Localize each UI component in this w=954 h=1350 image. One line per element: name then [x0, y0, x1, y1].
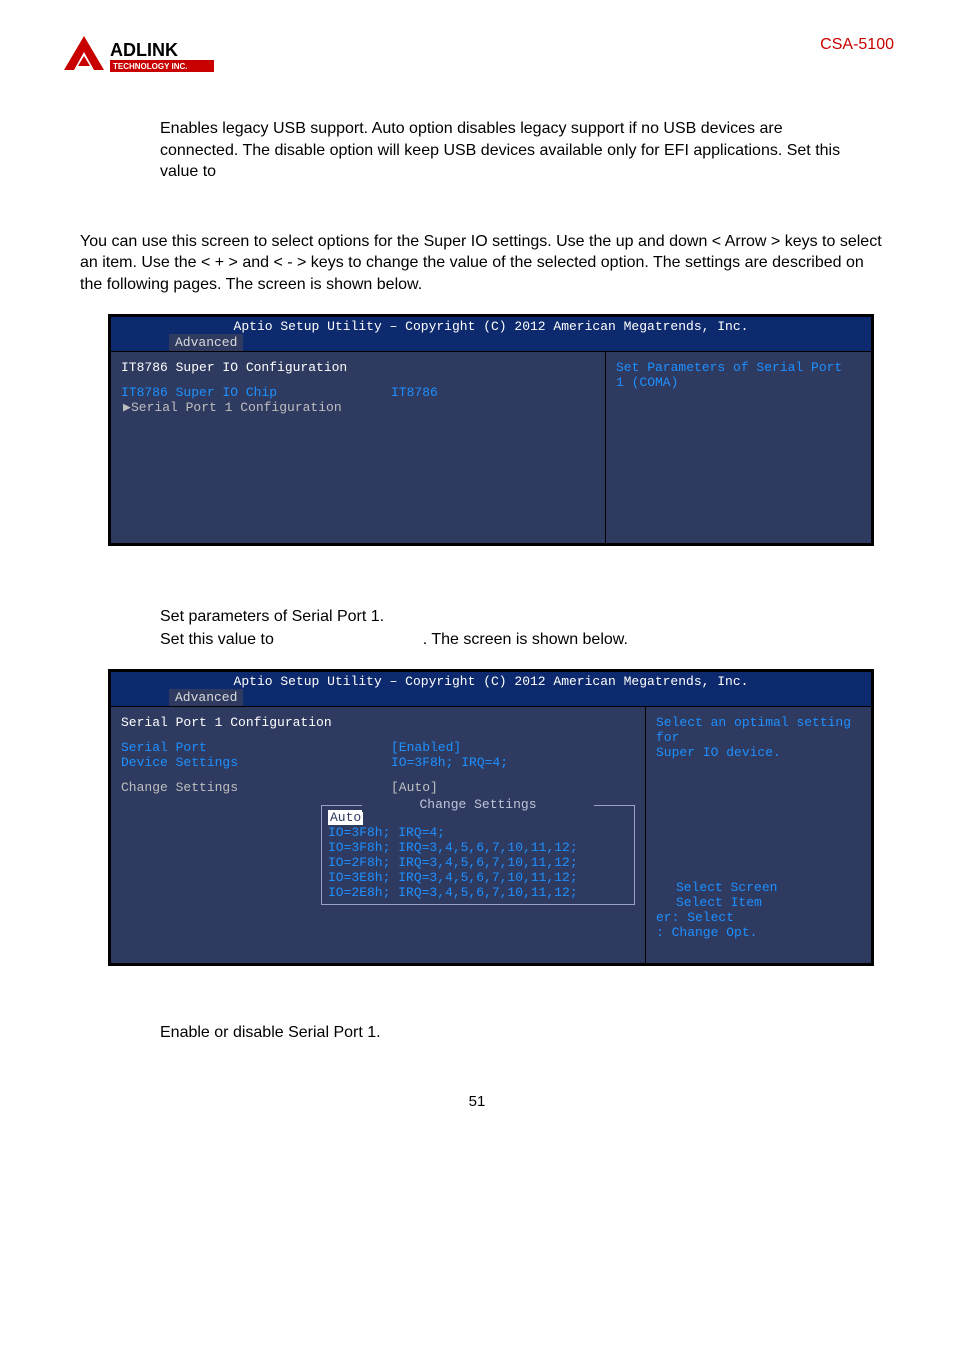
tab-advanced[interactable]: Advanced [169, 334, 243, 351]
superio-chip-value: IT8786 [391, 385, 595, 400]
popup-option-5[interactable]: IO=2E8h; IRQ=3,4,5,6,7,10,11,12; [328, 885, 628, 900]
help2-line2: Super IO device. [656, 745, 861, 760]
set-value-suffix: . The screen is shown below. [423, 631, 628, 648]
change-settings-value: [Auto] [391, 780, 635, 795]
enable-disable-line: Enable or disable Serial Port 1. [160, 1022, 864, 1044]
serial-port1-heading: Serial Port 1 Configuration [121, 715, 635, 730]
help-line1: Set Parameters of Serial Port [616, 360, 861, 375]
device-settings-label: Device Settings [121, 755, 391, 770]
popup-option-3[interactable]: IO=2F8h; IRQ=3,4,5,6,7,10,11,12; [328, 855, 628, 870]
serial-port-value: [Enabled] [391, 740, 635, 755]
bios-left-pane: IT8786 Super IO Configuration IT8786 Sup… [111, 352, 606, 543]
help2-line1: Select an optimal setting for [656, 715, 861, 745]
tab-advanced-2[interactable]: Advanced [169, 689, 243, 706]
keyhelp-select-screen: Select Screen [656, 880, 861, 895]
menu-pointer-icon: ▶ [123, 400, 131, 415]
bios-title: Aptio Setup Utility – Copyright (C) 2012… [111, 317, 871, 334]
superio-config-heading: IT8786 Super IO Configuration [121, 360, 595, 375]
change-settings-popup: Change Settings Auto IO=3F8h; IRQ=4; IO=… [321, 805, 635, 905]
keyhelp-select-item: Select Item [656, 895, 861, 910]
bios-title-2: Aptio Setup Utility – Copyright (C) 2012… [111, 672, 871, 689]
bios-tabrow: Advanced [111, 334, 871, 351]
popup-title: Change Settings [362, 797, 594, 812]
bios-screenshot-serialport: Aptio Setup Utility – Copyright (C) 2012… [108, 669, 874, 966]
bios-left-pane-2: Serial Port 1 Configuration Serial Port … [111, 707, 646, 963]
bios-tabrow-2: Advanced [111, 689, 871, 706]
adlink-logo: ADLINK TECHNOLOGY INC. [60, 30, 220, 78]
logo-text-bottom: TECHNOLOGY INC. [113, 62, 188, 71]
popup-option-2[interactable]: IO=3F8h; IRQ=3,4,5,6,7,10,11,12; [328, 840, 628, 855]
serial-port1-config-item[interactable]: Serial Port 1 Configuration [121, 400, 401, 415]
bios-help-pane: Set Parameters of Serial Port 1 (COMA) [606, 352, 871, 543]
page-number: 51 [60, 1093, 894, 1110]
serial-port-params-line: Set parameters of Serial Port 1. [160, 606, 864, 628]
superio-chip-label: IT8786 Super IO Chip [121, 385, 391, 400]
serial-port-label[interactable]: Serial Port [121, 740, 391, 755]
logo-text-top: ADLINK [110, 40, 178, 60]
help-line2: 1 (COMA) [616, 375, 861, 390]
set-value-prefix: Set this value to [160, 631, 274, 648]
legacy-usb-paragraph: Enables legacy USB support. Auto option … [160, 118, 864, 183]
super-io-intro-paragraph: You can use this screen to select option… [80, 231, 884, 296]
popup-option-4[interactable]: IO=3E8h; IRQ=3,4,5,6,7,10,11,12; [328, 870, 628, 885]
bios-screenshot-superio: Aptio Setup Utility – Copyright (C) 2012… [108, 314, 874, 546]
popup-option-auto[interactable]: Auto [328, 810, 363, 825]
keyhelp-change-opt: : Change Opt. [656, 925, 861, 940]
change-settings-label[interactable]: Change Settings [121, 780, 391, 795]
device-settings-value: IO=3F8h; IRQ=4; [391, 755, 635, 770]
bios-help-pane-2: Select an optimal setting for Super IO d… [646, 707, 871, 963]
keyhelp-select: er: Select [656, 910, 861, 925]
model-number: CSA-5100 [820, 36, 894, 54]
popup-option-1[interactable]: IO=3F8h; IRQ=4; [328, 825, 628, 840]
serial-port-value-line: Set this value to . The screen is shown … [160, 629, 864, 651]
page-header: ADLINK TECHNOLOGY INC. CSA-5100 [60, 30, 894, 78]
